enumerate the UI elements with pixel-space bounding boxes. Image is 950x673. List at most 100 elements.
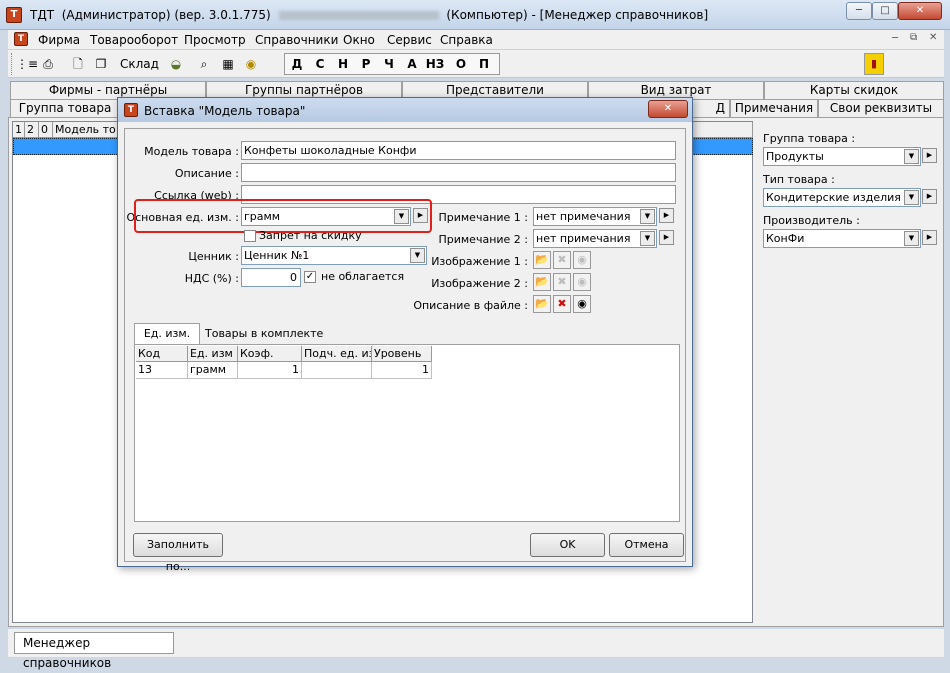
sklad-button[interactable]: Склад xyxy=(120,54,159,74)
calculator-icon[interactable]: ▦ xyxy=(218,54,238,74)
printer-icon[interactable]: ⎙ xyxy=(38,54,58,74)
letter-s-button[interactable]: С xyxy=(310,57,330,71)
file-desc-delete-icon[interactable]: ✖ xyxy=(553,295,571,313)
dropdown-arrow-icon[interactable]: ▼ xyxy=(904,149,919,164)
menu-spravka[interactable]: Справка xyxy=(440,33,493,47)
fill-by-button[interactable]: Заполнить по... xyxy=(133,533,223,573)
search-icon[interactable]: ⌕ xyxy=(194,54,214,74)
new-document-icon[interactable]: 🗋 xyxy=(68,54,88,74)
file-desc-label: Описание в файле : xyxy=(413,299,528,312)
mdi-app-icon[interactable]: Т xyxy=(14,32,28,46)
coin-icon[interactable]: ◉ xyxy=(241,54,261,74)
letter-d-button[interactable]: Д xyxy=(287,57,307,71)
pricer-combo[interactable]: Ценник №1 ▼ xyxy=(241,246,427,265)
maker-value: КонФи xyxy=(766,232,805,245)
file-desc-open-folder-icon[interactable]: 📂 xyxy=(533,295,551,313)
dropdown-arrow-icon[interactable]: ▼ xyxy=(904,231,919,246)
tab-notes[interactable]: Примечания xyxy=(730,99,818,117)
note2-label: Примечание 2 : xyxy=(438,233,528,246)
grid-header-sub-unit[interactable]: Подч. ед. изм xyxy=(302,346,372,362)
model-input[interactable]: Конфеты шоколадные Конфи xyxy=(241,141,676,160)
no-discount-label: Запрет на скидку xyxy=(259,229,362,242)
menu-okno[interactable]: Окно xyxy=(343,33,375,47)
letter-nz-button[interactable]: НЗ xyxy=(425,57,445,71)
type-select-button[interactable]: ▶ xyxy=(922,189,937,204)
minimize-button[interactable]: ─ xyxy=(846,2,872,20)
grid-header-level[interactable]: Уровень xyxy=(372,346,432,362)
dropdown-arrow-icon[interactable]: ▼ xyxy=(640,209,655,224)
app-icon: Т xyxy=(6,7,22,23)
units-grid[interactable]: Код Ед. изм Коэф. Подч. ед. изм Уровень … xyxy=(136,346,678,520)
dropdown-arrow-icon[interactable]: ▼ xyxy=(410,248,425,263)
type-label: Тип товара : xyxy=(763,173,835,186)
grid-header[interactable]: 1 xyxy=(13,122,25,138)
menu-tovarooborot[interactable]: Товарооборот xyxy=(90,33,178,47)
grid-cell[interactable]: 1 xyxy=(372,362,432,379)
ok-button[interactable]: OK xyxy=(530,533,605,557)
dropdown-arrow-icon[interactable]: ▼ xyxy=(904,190,919,205)
grid-header-coef[interactable]: Коэф. xyxy=(238,346,302,362)
tab-product-group[interactable]: Группа товара xyxy=(10,99,120,117)
letter-o-button[interactable]: О xyxy=(451,57,471,71)
grid-header-code[interactable]: Код xyxy=(136,346,188,362)
group-combo[interactable]: Продукты ▼ xyxy=(763,147,921,166)
image1-open-folder-icon[interactable]: 📂 xyxy=(533,251,551,269)
menu-spravochniki[interactable]: Справочники xyxy=(255,33,338,47)
group-select-button[interactable]: ▶ xyxy=(922,148,937,163)
note2-select-button[interactable]: ▶ xyxy=(659,230,674,245)
description-input[interactable] xyxy=(241,163,676,182)
close-button[interactable]: ✕ xyxy=(898,2,942,20)
mdi-restore-icon[interactable]: ⧉ xyxy=(910,32,917,43)
file-desc-view-eye-icon[interactable]: ◉ xyxy=(573,295,591,313)
menu-prosmotr[interactable]: Просмотр xyxy=(184,33,246,47)
note1-combo[interactable]: нет примечания ▼ xyxy=(533,207,657,226)
letter-p-button[interactable]: П xyxy=(474,57,494,71)
letter-ch-button[interactable]: Ч xyxy=(379,57,399,71)
vat-exempt-label: не облагается xyxy=(321,270,405,283)
vat-input[interactable]: 0 xyxy=(241,268,301,287)
dialog-close-button[interactable]: ✕ xyxy=(648,100,688,118)
red-highlight-box xyxy=(134,199,432,233)
menu-servis[interactable]: Сервис xyxy=(387,33,432,47)
vat-exempt-checkbox[interactable]: ✓ xyxy=(304,271,316,283)
grid-cell[interactable]: грамм xyxy=(188,362,238,379)
letter-r-button[interactable]: Р xyxy=(356,57,376,71)
grid-cell[interactable]: 1 xyxy=(238,362,302,379)
maker-select-button[interactable]: ▶ xyxy=(922,230,937,245)
no-discount-checkbox[interactable] xyxy=(244,230,256,242)
grid-header[interactable]: 0 xyxy=(39,122,53,138)
letter-a-button[interactable]: А xyxy=(402,57,422,71)
note1-select-button[interactable]: ▶ xyxy=(659,208,674,223)
menu-firma[interactable]: Фирма xyxy=(38,33,80,47)
units-tab-panel: Код Ед. изм Коэф. Подч. ед. изм Уровень … xyxy=(134,344,680,522)
maker-combo[interactable]: КонФи ▼ xyxy=(763,229,921,248)
copy-document-icon[interactable]: ❐ xyxy=(91,54,111,74)
image1-delete-icon: ✖ xyxy=(553,251,571,269)
type-combo[interactable]: Кондитерские изделия ▼ xyxy=(763,188,921,207)
image2-open-folder-icon[interactable]: 📂 xyxy=(533,273,551,291)
turtle-icon[interactable]: ◒ xyxy=(166,54,186,74)
taskbar-tab-manager[interactable]: Менеджер справочников xyxy=(14,632,174,670)
window-title: ТДТ (Администратор) (вер. 3.0.1.775) (Ко… xyxy=(30,8,709,22)
tree-icon[interactable]: ⋮≡ xyxy=(16,54,38,74)
exit-door-icon[interactable]: ▮ xyxy=(864,53,884,75)
grid-header-unit[interactable]: Ед. изм xyxy=(188,346,238,362)
mdi-minimize-icon[interactable]: ─ xyxy=(892,33,898,44)
cancel-button[interactable]: Отмена xyxy=(609,533,684,557)
type-value: Кондитерские изделия xyxy=(766,191,901,204)
dropdown-arrow-icon[interactable]: ▼ xyxy=(640,231,655,246)
image1-label: Изображение 1 : xyxy=(431,255,528,268)
tab-own-requisites[interactable]: Свои реквизиты xyxy=(818,99,944,117)
tab-discount-cards[interactable]: Карты скидок xyxy=(764,81,944,99)
maximize-button[interactable]: □ xyxy=(872,2,898,20)
tab-kit-products[interactable]: Товары в комплекте xyxy=(205,326,323,342)
note2-combo[interactable]: нет примечания ▼ xyxy=(533,229,657,248)
letter-n-button[interactable]: Н xyxy=(333,57,353,71)
grid-cell[interactable]: 13 xyxy=(136,362,188,379)
mdi-close-icon[interactable]: ✕ xyxy=(929,32,937,43)
grid-cell[interactable] xyxy=(302,362,372,379)
grid-header[interactable]: 2 xyxy=(25,122,39,138)
tab-units[interactable]: Ед. изм. xyxy=(134,323,200,345)
dialog-app-icon: Т xyxy=(124,103,138,117)
dialog-titlebar: Т Вставка "Модель товара" ✕ xyxy=(118,98,692,122)
